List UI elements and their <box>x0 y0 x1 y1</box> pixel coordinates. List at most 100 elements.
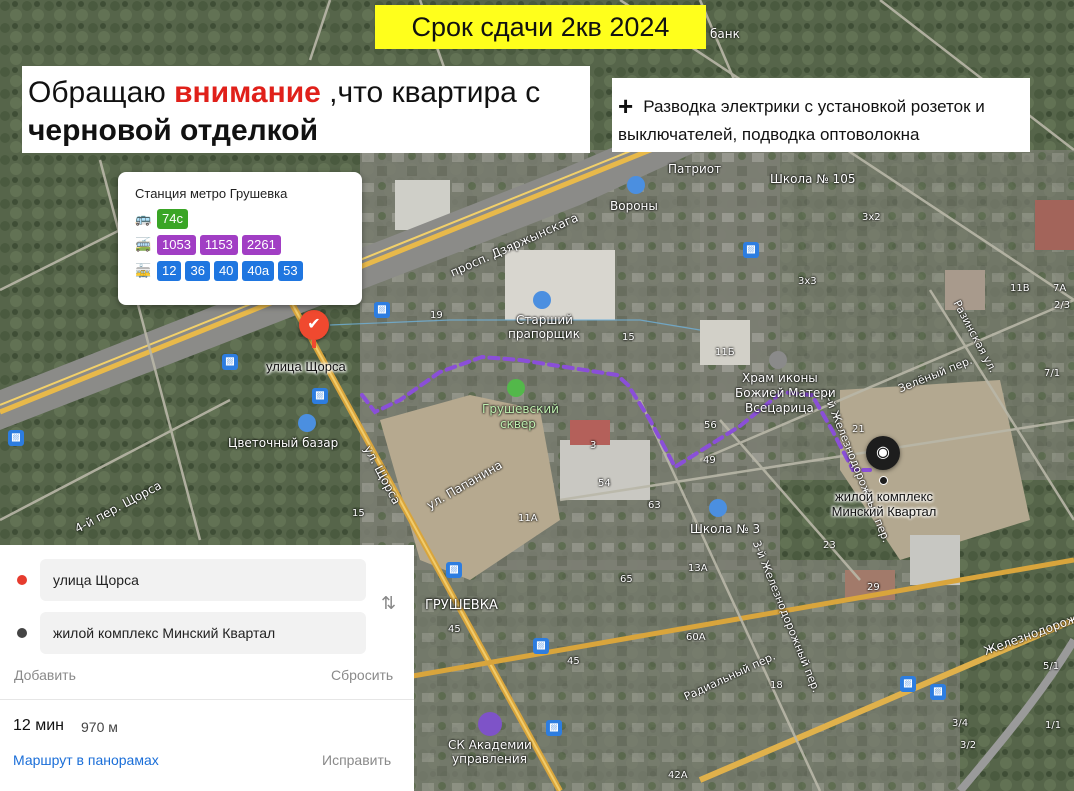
building-number: 65 <box>620 574 633 585</box>
poi-label-academy2: управления <box>452 752 527 766</box>
trolleybus-routes-row: 🚎 1053 1153 2261 <box>135 235 362 255</box>
swap-icon[interactable]: ⇅ <box>381 593 396 614</box>
attention-prefix: Обращаю <box>28 76 175 109</box>
route-badge[interactable]: 40а <box>242 261 275 281</box>
poi-label-khram3: Всецарица <box>745 401 814 415</box>
bus-icon: 🚌 <box>135 211 152 226</box>
district-label-grushevka: ГРУШЕВКА <box>425 598 498 613</box>
route-badge[interactable]: 36 <box>185 261 210 281</box>
building-number: 13А <box>688 563 708 574</box>
route-badge[interactable]: 40 <box>213 261 239 281</box>
building-number: 56 <box>704 420 717 431</box>
metro-station-card[interactable]: Станция метро Грушевка 🚌 74с 🚎 1053 1153… <box>118 172 362 305</box>
add-waypoint-button[interactable]: Добавить <box>14 667 76 683</box>
route-badge[interactable]: 1153 <box>199 235 238 255</box>
building-number: 29 <box>867 582 880 593</box>
attention-highlight: внимание <box>174 76 321 109</box>
start-pin-icon[interactable]: ✔ <box>299 310 329 340</box>
building-number: 11В <box>1010 283 1030 294</box>
building-number: 3х3 <box>798 276 817 287</box>
building-number: 49 <box>703 455 716 466</box>
attention-line2: черновой отделкой <box>28 114 319 147</box>
building-number: 42А <box>668 770 688 781</box>
bus-stop-icon[interactable]: ▨ <box>546 720 562 736</box>
poi-label-khram1: Храм иконы <box>742 371 818 385</box>
plus-icon: + <box>618 91 634 121</box>
metro-station-title: Станция метро Грушевка <box>135 186 288 201</box>
destination-dot-icon <box>17 628 27 638</box>
note-line2-text: выключателей, подводка оптоволокна <box>618 125 920 144</box>
building-number: 63 <box>648 500 661 511</box>
poi-label-school3: Школа № 3 <box>690 522 761 536</box>
route-badge[interactable]: 1053 <box>157 235 196 255</box>
building-number: 11Б <box>715 347 735 358</box>
building-number: 45 <box>567 656 580 667</box>
route-badge[interactable]: 2261 <box>241 235 281 255</box>
building-number: 1/1 <box>1045 720 1062 731</box>
start-place-label: улица Щорса <box>266 359 346 374</box>
poi-label-bank: банк <box>710 27 740 41</box>
building-number: 18 <box>770 680 783 691</box>
bus-stop-icon[interactable]: ▨ <box>222 354 238 370</box>
route-distance: 970 м <box>81 719 118 735</box>
route-badge[interactable]: 74с <box>157 209 188 229</box>
bus-stop-icon[interactable]: ▨ <box>743 242 759 258</box>
poi-label-academy1: СК Академии <box>448 738 532 752</box>
destination-label-line2: Минский Квартал <box>831 504 937 519</box>
route-duration: 12 мин <box>13 717 65 734</box>
deadline-banner: Срок сдачи 2кв 2024 <box>375 5 706 49</box>
destination-pin-icon[interactable]: ◉ <box>866 436 900 470</box>
attention-line1: Обращаю внимание ,что квартира с <box>28 74 590 112</box>
poi-label-school105: Школа № 105 <box>770 172 856 186</box>
building-number: 2/3 <box>1054 300 1071 311</box>
attention-banner: Обращаю внимание ,что квартира с черново… <box>22 66 590 153</box>
building-number: 5/1 <box>1043 661 1060 672</box>
building-number: 7/1 <box>1044 368 1061 379</box>
poi-label-khram2: Божией Матери <box>735 386 836 400</box>
note-line1: + Разводка электрики с установкой розеток… <box>618 92 1030 121</box>
building-number: 15 <box>622 332 635 343</box>
poi-label-patriot: Патриот <box>668 162 722 176</box>
poi-label-flower-market: Цветочный базар <box>228 436 339 450</box>
building-number: 7А <box>1053 283 1067 294</box>
route-badge[interactable]: 53 <box>278 261 303 281</box>
bus-stop-icon[interactable]: ▨ <box>8 430 24 446</box>
park-label-line2: сквер <box>500 417 536 431</box>
start-pin-stem <box>312 340 316 348</box>
building-number: 60А <box>686 632 706 643</box>
bus-stop-icon[interactable]: ▨ <box>930 684 946 700</box>
building-number: 21 <box>852 424 865 435</box>
destination-pin-dot <box>879 476 888 485</box>
destination-field[interactable]: жилой комплекс Минский Квартал <box>40 612 366 654</box>
note-line1-text: Разводка электрики с установкой розеток … <box>643 97 985 116</box>
building-number: 15 <box>352 508 365 519</box>
destination-place-label: жилой комплекс Минский Квартал <box>814 489 954 519</box>
building-number: 54 <box>598 478 611 489</box>
tram-icon: 🚋 <box>135 263 152 278</box>
attention-suffix: ,что квартира с <box>320 76 541 109</box>
building-number: 11А <box>518 513 538 524</box>
building-number: 3/2 <box>960 740 977 751</box>
bus-routes-row: 🚌 74с <box>135 209 362 229</box>
bus-stop-icon[interactable]: ▨ <box>446 562 462 578</box>
poi-label-starshy: Старший <box>516 313 573 327</box>
building-number: 45 <box>448 624 461 635</box>
bus-stop-icon[interactable]: ▨ <box>312 388 328 404</box>
origin-dot-icon <box>17 575 27 585</box>
route-badge[interactable]: 12 <box>157 261 182 281</box>
bus-stop-icon[interactable]: ▨ <box>533 638 549 654</box>
building-number: 19 <box>430 310 443 321</box>
building-number: 3/4 <box>952 718 969 729</box>
panorama-route-link[interactable]: Маршрут в панорамах <box>13 752 159 768</box>
bus-stop-icon[interactable]: ▨ <box>374 302 390 318</box>
origin-field[interactable]: улица Щорса <box>40 559 366 601</box>
electrics-note-banner: + Разводка электрики с установкой розеток… <box>612 78 1030 152</box>
destination-label-line1: жилой комплекс <box>835 489 933 504</box>
poi-label-vorota: Вороны <box>610 199 658 213</box>
bus-stop-icon[interactable]: ▨ <box>900 676 916 692</box>
building-number: 23 <box>823 540 836 551</box>
reset-button[interactable]: Сбросить <box>331 667 393 683</box>
building-number: 3х2 <box>862 212 881 223</box>
tram-routes-row: 🚋 12 36 40 40а 53 <box>135 261 362 281</box>
fix-button[interactable]: Исправить <box>322 752 391 768</box>
